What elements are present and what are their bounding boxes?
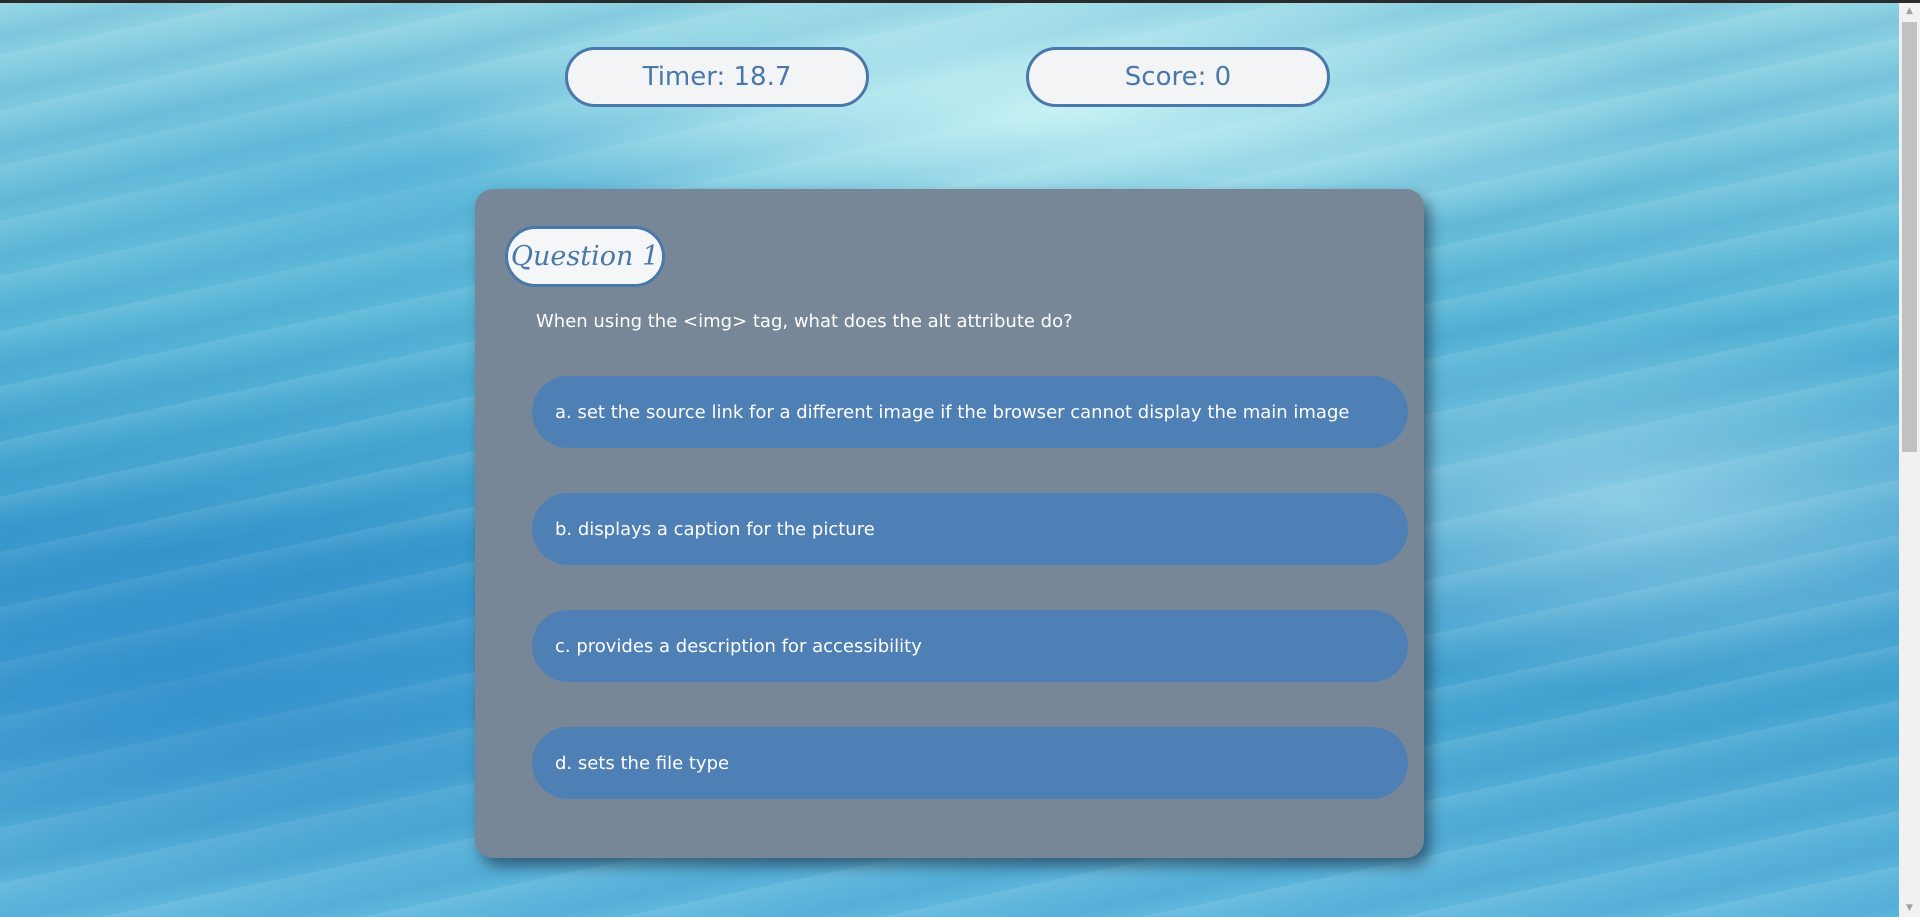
question-number-badge: Question 1 [505, 226, 665, 287]
window-top-border [0, 0, 1920, 3]
quiz-card: Question 1 When using the <img> tag, wha… [475, 189, 1424, 858]
score-display: Score: 0 [1026, 47, 1330, 107]
answer-button-b[interactable]: b. displays a caption for the picture [532, 493, 1408, 565]
timer-display: Timer: 18.7 [565, 47, 869, 107]
answer-button-c[interactable]: c. provides a description for accessibil… [532, 610, 1408, 682]
answer-button-d[interactable]: d. sets the file type [532, 727, 1408, 799]
scroll-down-arrow-icon[interactable]: ▼ [1899, 900, 1920, 917]
vertical-scrollbar[interactable]: ▲ ▼ [1899, 3, 1920, 917]
scroll-up-arrow-icon[interactable]: ▲ [1899, 3, 1920, 20]
question-text: When using the <img> tag, what does the … [536, 311, 1073, 332]
scrollbar-thumb[interactable] [1902, 22, 1917, 452]
answer-button-a[interactable]: a. set the source link for a different i… [532, 376, 1408, 448]
